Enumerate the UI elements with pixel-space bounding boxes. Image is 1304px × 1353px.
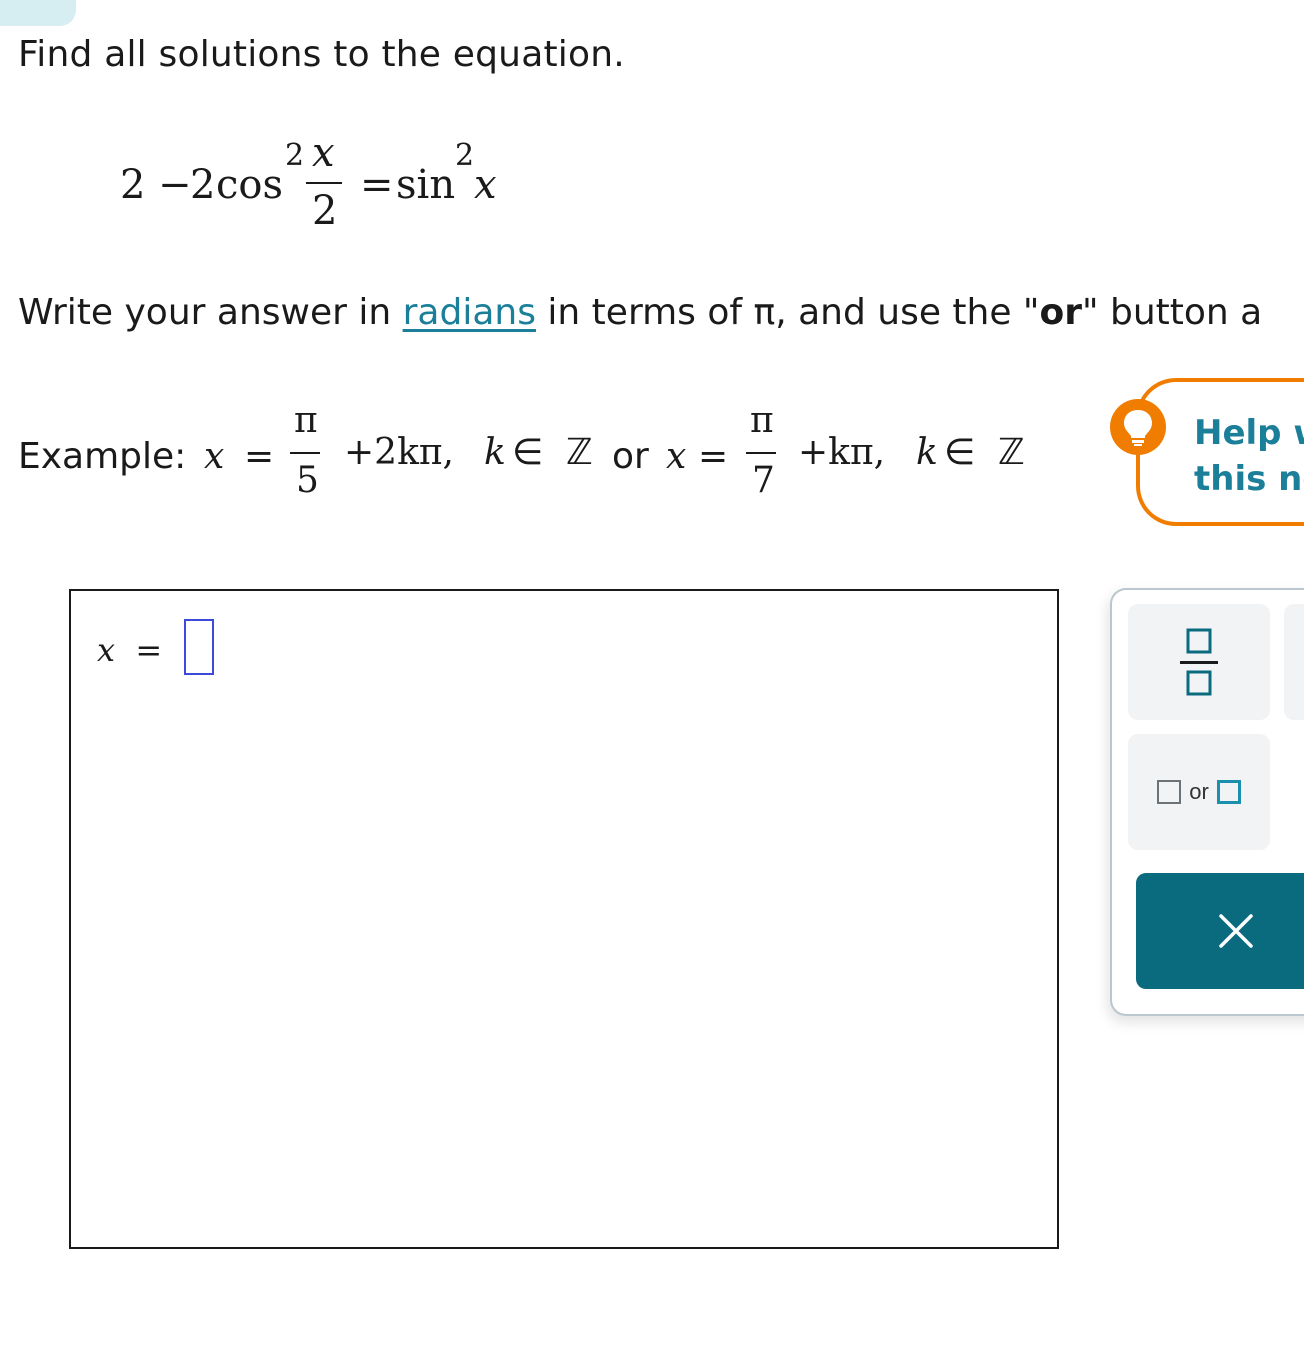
equation-fraction-bar bbox=[306, 182, 342, 184]
page: Find all solutions to the equation. 2 − … bbox=[0, 0, 1304, 1353]
example-set2: ℤ bbox=[998, 432, 1025, 473]
example-equals2: = bbox=[698, 436, 729, 477]
answer-input-area[interactable]: x = bbox=[69, 589, 1059, 1249]
example-numerator2: π bbox=[750, 400, 774, 441]
equation-coefficient: 2 bbox=[190, 162, 216, 208]
fraction-template-icon bbox=[1180, 628, 1218, 696]
example-equals1: = bbox=[244, 436, 275, 477]
lightbulb-icon bbox=[1110, 399, 1166, 455]
example-term2: +kπ, bbox=[798, 432, 886, 473]
instruction-text: Write your answer in radians in terms of… bbox=[18, 292, 1262, 333]
help-line-2: this nc bbox=[1194, 459, 1304, 499]
help-text[interactable]: Help w this nc bbox=[1194, 410, 1304, 502]
example-x1: x bbox=[204, 436, 225, 477]
example-or: or bbox=[612, 436, 649, 477]
equation-sin-power: 2 bbox=[455, 138, 475, 173]
equation-minus: − bbox=[158, 162, 192, 208]
example-denominator1: 5 bbox=[296, 460, 319, 501]
example-label: Example: bbox=[18, 436, 187, 477]
equation-equals: = bbox=[360, 162, 394, 208]
equation-sin: sin bbox=[396, 162, 456, 208]
question-prompt: Find all solutions to the equation. bbox=[18, 34, 625, 75]
example-in1: ∈ bbox=[512, 432, 544, 473]
or-right-box-icon bbox=[1216, 780, 1241, 804]
equation-cos: cos bbox=[216, 162, 284, 208]
tool-button-partial[interactable] bbox=[1284, 604, 1304, 720]
example-line: Example: x = π 5 +2kπ, k ∈ ℤ or x = π 7 … bbox=[18, 400, 1118, 510]
example-in2: ∈ bbox=[944, 432, 976, 473]
equation-variable: x bbox=[474, 162, 497, 208]
example-x2: x bbox=[666, 436, 687, 477]
radians-link[interactable]: radians bbox=[403, 292, 536, 333]
answer-variable: x bbox=[97, 631, 116, 669]
example-numerator1: π bbox=[294, 400, 318, 441]
example-k2: k bbox=[916, 432, 938, 473]
example-set1: ℤ bbox=[566, 432, 593, 473]
answer-label: x = bbox=[97, 631, 162, 669]
equation-constant: 2 bbox=[120, 162, 146, 208]
or-button[interactable]: or bbox=[1128, 734, 1270, 850]
example-denominator2: 7 bbox=[752, 460, 775, 501]
example-fraction-bar2 bbox=[746, 452, 776, 454]
equation-numerator: x bbox=[312, 130, 335, 176]
or-left-box-icon bbox=[1157, 780, 1182, 804]
or-button-label: or bbox=[1189, 779, 1209, 804]
close-icon bbox=[1219, 914, 1253, 948]
example-fraction-bar1 bbox=[290, 452, 320, 454]
fraction-button[interactable] bbox=[1128, 604, 1270, 720]
help-line-1: Help w bbox=[1194, 413, 1304, 453]
answer-equals: = bbox=[135, 631, 163, 669]
equation-cos-power: 2 bbox=[285, 138, 305, 173]
instruction-part: " button a bbox=[1082, 292, 1263, 333]
answer-slot[interactable] bbox=[184, 619, 214, 675]
instruction-part: in terms of π, and use the " bbox=[535, 292, 1040, 333]
top-tab[interactable] bbox=[0, 0, 76, 26]
clear-button[interactable] bbox=[1136, 873, 1304, 989]
example-k1: k bbox=[484, 432, 506, 473]
instruction-part: Write your answer in bbox=[18, 292, 403, 333]
equation-denominator: 2 bbox=[312, 188, 338, 234]
instruction-or-bold: or bbox=[1039, 292, 1083, 333]
example-term1: +2kπ, bbox=[344, 432, 454, 473]
